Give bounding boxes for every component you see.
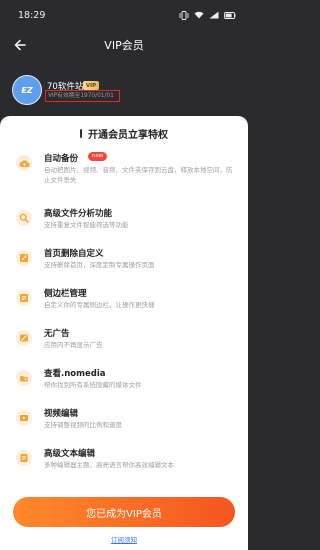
feature-text-edit: 高级文本编辑 多种编辑器主题，高亮语言帮你高效编辑文本	[0, 443, 248, 483]
feature-desc: 支持调整视频的比例和速度	[44, 421, 122, 429]
feature-nomedia: 查看.nomedia 帮你找到所有系统隐藏的媒体文件	[0, 363, 248, 403]
nomedia-icon	[16, 370, 32, 386]
feature-no-ads: 无广告 应用内不再显示广告	[0, 323, 248, 363]
wifi-icon	[194, 11, 204, 19]
status-bar: 18:29	[0, 0, 248, 30]
feature-desc: 支持删除首页，深度定制专属操作页面	[44, 261, 155, 269]
feature-title: 视频编辑	[44, 409, 79, 419]
file-analysis-icon	[16, 210, 32, 226]
feature-auto-backup: 自动备份 new 自动把图片、视频、音频、文件夹保存到云盘，释放本地空间，防止文…	[0, 148, 248, 188]
feature-title: 高级文本编辑	[44, 449, 96, 459]
app-bar: VIP会员	[0, 30, 248, 60]
feature-desc: 自动把图片、视频、音频、文件夹保存到云盘，释放本地空间，防止文件丢失	[44, 166, 233, 184]
vip-badge: VIP	[83, 81, 99, 90]
feature-video-edit: 视频编辑 支持调整视频的比例和速度	[0, 403, 248, 443]
video-edit-icon	[16, 410, 32, 426]
text-edit-icon	[16, 450, 32, 466]
home-custom-icon	[16, 250, 32, 266]
become-vip-button[interactable]: 您已成为VIP会员	[13, 497, 235, 527]
status-time: 18:29	[18, 9, 46, 21]
page-title: VIP会员	[104, 39, 144, 52]
feature-title: 首页删除自定义	[44, 249, 104, 259]
battery-icon	[224, 11, 236, 19]
signal-icon	[209, 11, 219, 19]
feature-home-custom: 首页删除自定义 支持删除首页，深度定制专属操作页面	[0, 243, 248, 283]
privileges-panel: 开通会员立享特权 自动备份 new 自动把图片、视频、音频、文件夹保存到云盘，释…	[0, 116, 248, 550]
no-ads-icon	[16, 330, 32, 346]
feature-title: 侧边栏管理	[44, 289, 87, 299]
vip-expiry: VIP有效期至1970/01/01	[45, 90, 120, 102]
sidebar-icon	[16, 290, 32, 306]
feature-desc: 自定义你的专属侧边栏，让操作更快捷	[44, 301, 155, 309]
feature-desc: 支持重复文件智能筛选等功能	[44, 221, 129, 229]
feature-sidebar-manage: 侧边栏管理 自定义你的专属侧边栏，让操作更快捷	[0, 283, 248, 323]
subscription-terms-link[interactable]: 订阅须知	[0, 534, 248, 544]
feature-title: 高级文件分析功能	[44, 209, 113, 219]
vibrate-icon	[179, 10, 189, 20]
profile-card: EZ 70软件站 VIP VIP有效期至1970/01/01	[0, 65, 248, 115]
feature-desc: 帮你找到所有系统隐藏的媒体文件	[44, 381, 142, 389]
feature-title: 查看.nomedia	[44, 369, 106, 379]
feature-desc: 多种编辑器主题，高亮语言帮你高效编辑文本	[44, 461, 174, 469]
status-icons	[179, 10, 236, 20]
feature-file-analysis: 高级文件分析功能 支持重复文件智能筛选等功能	[0, 203, 248, 243]
title-bar-decor	[80, 129, 82, 138]
section-header: 开通会员立享特权	[0, 126, 248, 141]
feature-desc: 应用内不再显示广告	[44, 341, 103, 349]
feature-title: 自动备份	[44, 154, 79, 164]
section-title: 开通会员立享特权	[88, 130, 168, 141]
cloud-backup-icon	[16, 155, 32, 171]
new-badge: new	[88, 152, 108, 161]
feature-title: 无广告	[44, 329, 70, 339]
avatar[interactable]: EZ	[12, 75, 42, 105]
